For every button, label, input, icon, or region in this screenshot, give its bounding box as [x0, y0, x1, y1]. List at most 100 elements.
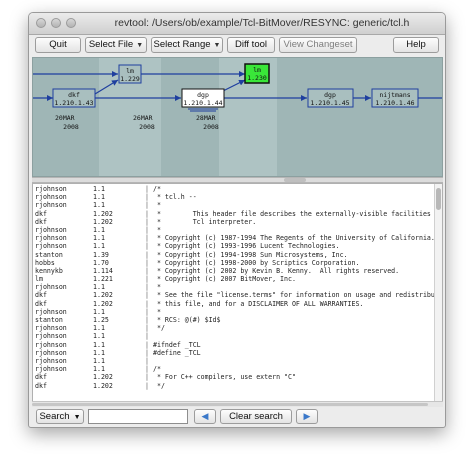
line-separator: | [145, 250, 149, 259]
annotation-line[interactable]: rjohnson 1.1 | * [33, 283, 434, 291]
revision-graph[interactable]: dkf 1.210.1.43 lm 1.229 dgp 1.210.1.44 l… [32, 57, 443, 177]
annotation-line[interactable]: rjohnson 1.1 | /* [33, 365, 434, 373]
annotation-line[interactable]: dkf 1.202 | * this file, and for a DISCLAI… [33, 300, 434, 308]
annotation-line[interactable]: stanton 1.25 | * RCS: @(#) $Id$ [33, 316, 434, 324]
search-type-menu[interactable]: Search ▼ [36, 409, 84, 424]
line-code: #define _TCL [153, 348, 201, 357]
line-user: dkf [35, 299, 47, 308]
line-code: * Copyright (c) 1994-1998 Sun Microsyste… [153, 250, 348, 259]
line-rev: 1.202 [93, 299, 113, 308]
annotation-line[interactable]: stanton 1.39 | * Copyright (c) 1994-1998 S… [33, 251, 434, 259]
select-range-button[interactable]: Select Range ▼ [151, 37, 223, 53]
annotation-line[interactable]: rjohnson 1.1 | [33, 332, 434, 340]
line-rev: 1.1 [93, 242, 105, 251]
line-rev: 1.1 [93, 307, 105, 316]
revision-node[interactable]: dgp 1.210.1.45 [307, 88, 354, 108]
search-input[interactable] [88, 409, 188, 424]
line-user: rjohnson [35, 234, 67, 243]
search-next-button[interactable]: ▶ [296, 409, 318, 424]
search-bar: Search ▼ ◀ Clear search ▶ [32, 409, 443, 426]
date-year: 2008 [139, 123, 155, 131]
line-rev: 1.1 [93, 348, 105, 357]
annotation-line[interactable]: rjohnson 1.1 | * Copyright (c) 1993-1996 L… [33, 242, 434, 250]
node-rev: 1.230 [247, 74, 267, 82]
vertical-scrollbar[interactable] [434, 184, 442, 402]
annotation-line[interactable]: rjohnson 1.1 | * [33, 226, 434, 234]
line-separator: | [145, 283, 149, 292]
line-code: * Tcl interpreter. [153, 217, 257, 226]
annotation-line[interactable]: lm 1.221 | * Copyright (c) 2007 BitMover, … [33, 275, 434, 283]
annotation-line[interactable]: dkf 1.202 | * See the file "license.terms"… [33, 291, 442, 299]
revision-node-selected[interactable]: lm 1.230 [244, 63, 270, 84]
line-rev: 1.202 [93, 209, 113, 218]
line-separator: | [145, 217, 149, 226]
view-changeset-button[interactable]: View Changeset [279, 37, 357, 53]
select-range-label: Select Range [153, 39, 211, 50]
line-separator: | [145, 356, 149, 365]
minimize-window-button[interactable] [51, 18, 61, 28]
line-rev: 1.70 [93, 258, 109, 267]
chevron-down-icon: ▼ [136, 42, 144, 49]
horizontal-scrollbar[interactable] [32, 401, 443, 407]
annotation-line[interactable]: hobbs 1.70 | * Copyright (c) 1998-2000 by … [33, 259, 434, 267]
annotation-line[interactable]: rjohnson 1.1 | /* [33, 185, 434, 193]
line-code: /* [153, 185, 161, 193]
line-separator: | [145, 201, 149, 210]
diff-tool-button[interactable]: Diff tool [227, 37, 275, 53]
node-user: dgp [197, 91, 209, 99]
date-year: 2008 [63, 123, 79, 131]
revision-node[interactable]: dgp 1.210.1.44 [181, 88, 225, 112]
line-separator: | [145, 299, 149, 308]
annotated-file-view[interactable]: rjohnson 1.1 |/* rjohnson 1.1 | * tcl.h -- rjo… [32, 183, 443, 403]
line-code: * this file, and for a DISCLAIMER OF ALL… [153, 299, 364, 308]
select-file-button[interactable]: Select File ▼ [85, 37, 147, 53]
zoom-window-button[interactable] [66, 18, 76, 28]
close-window-button[interactable] [36, 18, 46, 28]
scrollbar-thumb[interactable] [436, 188, 441, 210]
revision-node[interactable]: lm 1.229 [118, 64, 142, 84]
quit-button[interactable]: Quit [35, 37, 81, 53]
annotation-line[interactable]: kennykb 1.114 | * Copyright (c) 2002 by Ke… [33, 267, 434, 275]
splitter-grip[interactable] [284, 178, 306, 182]
annotation-line[interactable]: rjohnson 1.1 | */ [33, 324, 434, 332]
annotation-line[interactable]: dkf 1.202 | */ [33, 382, 434, 390]
line-rev: 1.1 [93, 201, 105, 210]
line-code: * Copyright (c) 1998-2000 by Scriptics C… [153, 258, 360, 267]
line-rev: 1.202 [93, 217, 113, 226]
line-user: rjohnson [35, 348, 67, 357]
line-rev: 1.114 [93, 266, 113, 275]
revision-node[interactable]: dkf 1.210.1.43 [52, 88, 96, 108]
annotation-line[interactable]: dkf 1.202 | * This header file describes t… [33, 209, 442, 218]
help-button[interactable]: Help [393, 37, 439, 53]
graph-canvas: dkf 1.210.1.43 lm 1.229 dgp 1.210.1.44 l… [33, 58, 442, 176]
line-user: stanton [35, 316, 63, 324]
annotation-line[interactable]: rjohnson 1.1 | #define _TCL [33, 349, 434, 357]
line-code: * [153, 283, 161, 292]
line-separator: | [145, 258, 149, 267]
line-separator: | [145, 185, 149, 193]
annotation-line[interactable]: rjohnson 1.1 | * tcl.h -- [33, 193, 434, 201]
node-user: lm [126, 67, 134, 75]
revision-node[interactable]: nijtmans 1.210.1.46 [371, 88, 419, 108]
annotation-line[interactable]: rjohnson 1.1 | [33, 357, 434, 365]
date-label: 20MAR [55, 114, 75, 122]
line-user: rjohnson [35, 185, 67, 193]
line-rev: 1.221 [93, 275, 113, 284]
line-user: dkf [35, 217, 47, 226]
search-prev-button[interactable]: ◀ [194, 409, 216, 424]
annotation-line[interactable]: rjohnson 1.1 | #ifndef _TCL [33, 341, 434, 349]
node-user: dgp [324, 91, 336, 99]
node-rev: 1.210.1.44 [183, 99, 222, 107]
toolbar: Quit Select File ▼ Select Range ▼ Diff too… [29, 37, 445, 55]
annotation-line[interactable]: rjohnson 1.1 | * [33, 201, 434, 209]
clear-search-button[interactable]: Clear search [220, 409, 292, 424]
annotation-line[interactable]: dkf 1.202 | * Tcl interpreter. [33, 218, 434, 226]
line-separator: | [145, 340, 149, 349]
line-user: rjohnson [35, 225, 67, 234]
scrollbar-thumb[interactable] [32, 403, 428, 406]
line-separator: | [145, 234, 149, 243]
annotation-line[interactable]: rjohnson 1.1 | * Copyright (c) 1987-1994 T… [33, 234, 435, 243]
annotation-line[interactable]: rjohnson 1.1 | * [33, 308, 434, 316]
annotation-line[interactable]: dkf 1.202 | * For C++ compilers, use exter… [33, 373, 434, 381]
line-separator: | [145, 307, 149, 316]
